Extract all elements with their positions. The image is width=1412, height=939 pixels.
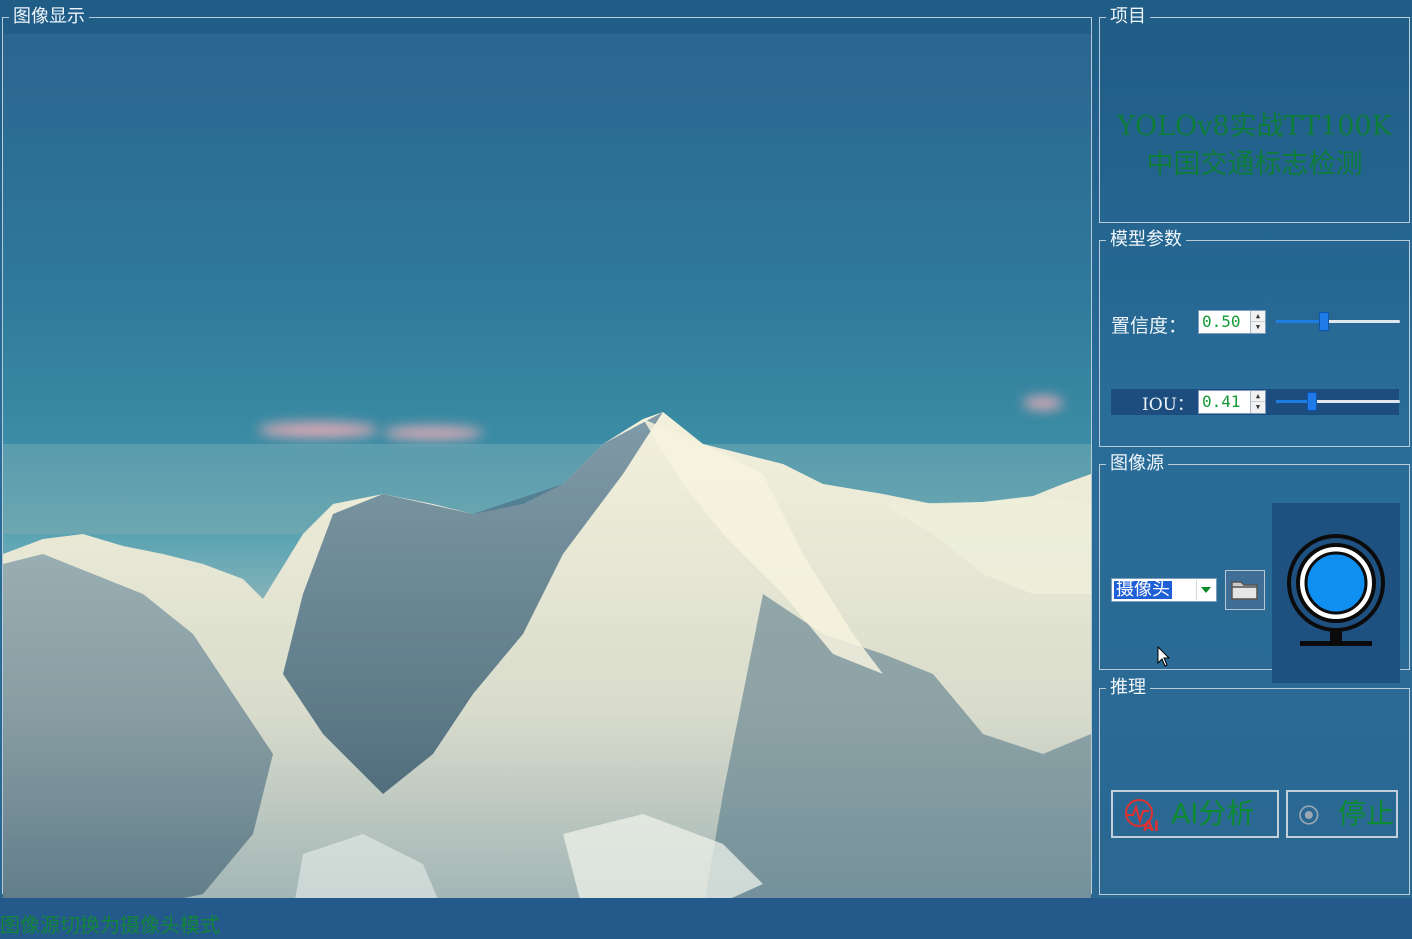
mouse-cursor-icon (1157, 646, 1171, 667)
stop-icon (1299, 805, 1319, 825)
confidence-label: 置信度： (1111, 315, 1188, 337)
inference-group: 推理 AI AI分析 停止 (1099, 679, 1410, 895)
folder-icon (1231, 581, 1258, 600)
model-params-group: 模型参数 置信度： 0.50 ▲ ▼ IOU： 0.41 ▲ ▼ (1099, 231, 1410, 447)
webcam-icon (1287, 534, 1385, 646)
iou-value: 0.41 (1202, 392, 1241, 411)
confidence-slider[interactable] (1276, 310, 1400, 334)
ai-analysis-icon: AI (1125, 799, 1159, 833)
project-title-line2: 中国交通标志检测 (1146, 149, 1363, 180)
image-display-group: 图像显示 (2, 6, 1092, 911)
status-bar: 图像源切换为摄像头模式 (0, 898, 1412, 939)
source-select-value: 摄像头 (1114, 579, 1172, 600)
model-params-legend: 模型参数 (1110, 229, 1182, 250)
spin-up-icon[interactable]: ▲ (1251, 311, 1265, 322)
spin-up-icon[interactable]: ▲ (1251, 391, 1265, 402)
inference-legend: 推理 (1110, 677, 1146, 698)
spin-down-icon[interactable]: ▼ (1251, 402, 1265, 413)
confidence-spinbox[interactable]: 0.50 ▲ ▼ (1198, 310, 1266, 334)
ai-analyze-label: AI分析 (1171, 797, 1255, 830)
project-title-line1: YOLOv8实战TT100K (1117, 111, 1392, 142)
image-display-legend: 图像显示 (13, 6, 85, 27)
slider-fill (1276, 320, 1324, 323)
source-select[interactable]: 摄像头 (1111, 578, 1217, 602)
project-group: 项目 YOLOv8实战TT100K 中国交通标志检测 (1099, 8, 1410, 223)
camera-button[interactable] (1272, 503, 1400, 683)
svg-text:AI: AI (1143, 819, 1159, 833)
iou-label: IOU： (1142, 395, 1194, 415)
stop-label: 停止 (1338, 797, 1395, 830)
display-image (3, 34, 1091, 911)
project-legend: 项目 (1110, 6, 1146, 27)
open-folder-button[interactable] (1225, 570, 1265, 610)
chevron-down-icon[interactable] (1196, 580, 1215, 600)
iou-slider[interactable] (1276, 390, 1400, 414)
confidence-spin-buttons[interactable]: ▲ ▼ (1250, 311, 1265, 333)
status-text: 图像源切换为摄像头模式 (0, 913, 220, 937)
project-title: YOLOv8实战TT100K 中国交通标志检测 (1100, 108, 1409, 184)
spin-down-icon[interactable]: ▼ (1251, 322, 1265, 333)
slider-handle[interactable] (1307, 392, 1317, 411)
confidence-value: 0.50 (1202, 312, 1241, 331)
image-source-group: 图像源 摄像头 (1099, 453, 1410, 683)
image-source-legend: 图像源 (1110, 453, 1164, 474)
stop-button[interactable]: 停止 (1286, 790, 1398, 838)
iou-spinbox[interactable]: 0.41 ▲ ▼ (1198, 390, 1266, 414)
slider-handle[interactable] (1319, 312, 1329, 331)
mountain-illustration (3, 412, 1091, 911)
ai-analyze-button[interactable]: AI AI分析 (1111, 790, 1279, 838)
iou-spin-buttons[interactable]: ▲ ▼ (1250, 391, 1265, 413)
